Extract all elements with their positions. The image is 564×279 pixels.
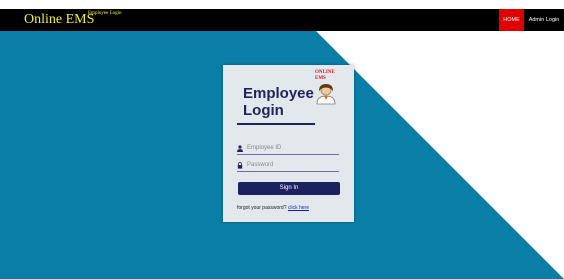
top-navbar: Online EMS Employee Login HOME Admin Log…	[0, 9, 564, 31]
employee-id-field[interactable]: Employee ID	[237, 144, 339, 155]
card-title-line1: Employee	[243, 85, 314, 102]
lock-icon	[237, 162, 243, 169]
card-title-line2: Login	[243, 102, 284, 119]
forgot-password-text: forgot your password? click here	[237, 205, 309, 212]
forgot-password-label: forgot your password?	[237, 205, 287, 211]
title-underline	[237, 123, 315, 125]
logo-text: ONLINE EMS	[315, 70, 345, 82]
login-card: ONLINE EMS Employee Login Employee ID Pa…	[223, 65, 354, 222]
user-icon	[237, 145, 243, 152]
password-field[interactable]: Password	[237, 161, 339, 172]
nav-home-link[interactable]: HOME	[499, 9, 524, 31]
nav-admin-login-link[interactable]: Admin Login	[524, 9, 564, 31]
forgot-password-link[interactable]: click here	[288, 205, 309, 211]
card-title: Employee Login	[243, 85, 314, 119]
sign-in-button[interactable]: Sign In	[238, 182, 340, 195]
password-input[interactable]: Password	[247, 161, 273, 170]
employee-avatar-icon	[316, 84, 336, 105]
brand-subtitle: Employee Login	[88, 11, 122, 16]
logo-text-line2: EMS	[315, 76, 326, 81]
employee-id-input[interactable]: Employee ID	[247, 144, 281, 153]
brand-title[interactable]: Online EMS	[24, 11, 94, 29]
